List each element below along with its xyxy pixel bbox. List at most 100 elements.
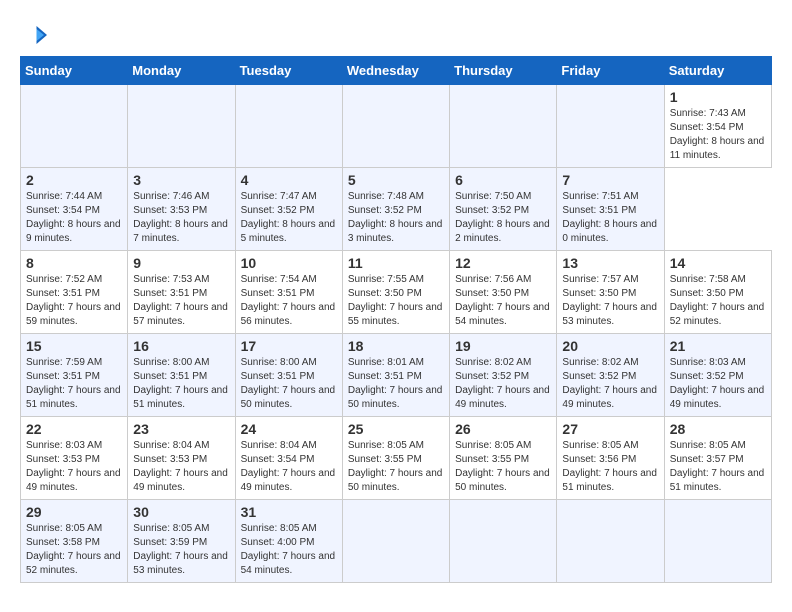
calendar-day-6: 6 Sunrise: 7:50 AMSunset: 3:52 PMDayligh… [450,168,557,251]
calendar-day-20: 20 Sunrise: 8:02 AMSunset: 3:52 PMDaylig… [557,334,664,417]
day-info: Sunrise: 8:05 AMSunset: 3:55 PMDaylight:… [455,440,550,493]
page-header [20,20,772,50]
header-friday: Friday [557,57,664,85]
calendar-day-27: 27 Sunrise: 8:05 AMSunset: 3:56 PMDaylig… [557,417,664,500]
header-sunday: Sunday [21,57,128,85]
day-info: Sunrise: 8:02 AMSunset: 3:52 PMDaylight:… [562,357,657,410]
empty-cell [664,500,771,583]
calendar-day-5: 5 Sunrise: 7:48 AMSunset: 3:52 PMDayligh… [342,168,449,251]
day-info: Sunrise: 8:05 AMSunset: 3:55 PMDaylight:… [348,440,443,493]
header-saturday: Saturday [664,57,771,85]
day-number: 4 [241,172,337,188]
day-info: Sunrise: 7:46 AMSunset: 3:53 PMDaylight:… [133,191,228,244]
logo [20,20,54,50]
calendar-day-10: 10 Sunrise: 7:54 AMSunset: 3:51 PMDaylig… [235,251,342,334]
calendar-day-29: 29 Sunrise: 8:05 AMSunset: 3:58 PMDaylig… [21,500,128,583]
day-info: Sunrise: 7:55 AMSunset: 3:50 PMDaylight:… [348,274,443,327]
calendar-day-23: 23 Sunrise: 8:04 AMSunset: 3:53 PMDaylig… [128,417,235,500]
day-info: Sunrise: 8:04 AMSunset: 3:53 PMDaylight:… [133,440,228,493]
day-number: 29 [26,504,122,520]
day-number: 5 [348,172,444,188]
day-info: Sunrise: 7:56 AMSunset: 3:50 PMDaylight:… [455,274,550,327]
day-number: 21 [670,338,766,354]
calendar-day-3: 3 Sunrise: 7:46 AMSunset: 3:53 PMDayligh… [128,168,235,251]
calendar-day-15: 15 Sunrise: 7:59 AMSunset: 3:51 PMDaylig… [21,334,128,417]
calendar-table: SundayMondayTuesdayWednesdayThursdayFrid… [20,56,772,583]
calendar-day-17: 17 Sunrise: 8:00 AMSunset: 3:51 PMDaylig… [235,334,342,417]
day-info: Sunrise: 8:05 AMSunset: 3:59 PMDaylight:… [133,523,228,576]
empty-cell [557,85,664,168]
day-number: 8 [26,255,122,271]
day-number: 15 [26,338,122,354]
calendar-day-24: 24 Sunrise: 8:04 AMSunset: 3:54 PMDaylig… [235,417,342,500]
day-number: 17 [241,338,337,354]
empty-cell [342,500,449,583]
calendar-day-16: 16 Sunrise: 8:00 AMSunset: 3:51 PMDaylig… [128,334,235,417]
day-number: 24 [241,421,337,437]
day-info: Sunrise: 8:05 AMSunset: 4:00 PMDaylight:… [241,523,336,576]
day-number: 20 [562,338,658,354]
calendar-day-1: 1 Sunrise: 7:43 AMSunset: 3:54 PMDayligh… [664,85,771,168]
logo-icon [20,20,50,50]
day-info: Sunrise: 7:43 AMSunset: 3:54 PMDaylight:… [670,108,765,161]
day-number: 19 [455,338,551,354]
header-thursday: Thursday [450,57,557,85]
day-info: Sunrise: 7:58 AMSunset: 3:50 PMDaylight:… [670,274,765,327]
day-info: Sunrise: 7:44 AMSunset: 3:54 PMDaylight:… [26,191,121,244]
day-info: Sunrise: 8:03 AMSunset: 3:52 PMDaylight:… [670,357,765,410]
calendar-day-28: 28 Sunrise: 8:05 AMSunset: 3:57 PMDaylig… [664,417,771,500]
empty-cell [557,500,664,583]
day-info: Sunrise: 7:52 AMSunset: 3:51 PMDaylight:… [26,274,121,327]
day-number: 26 [455,421,551,437]
day-number: 28 [670,421,766,437]
day-info: Sunrise: 7:53 AMSunset: 3:51 PMDaylight:… [133,274,228,327]
day-info: Sunrise: 8:02 AMSunset: 3:52 PMDaylight:… [455,357,550,410]
day-info: Sunrise: 7:48 AMSunset: 3:52 PMDaylight:… [348,191,443,244]
day-number: 16 [133,338,229,354]
day-info: Sunrise: 7:51 AMSunset: 3:51 PMDaylight:… [562,191,657,244]
calendar-row: 2 Sunrise: 7:44 AMSunset: 3:54 PMDayligh… [21,168,772,251]
calendar-day-7: 7 Sunrise: 7:51 AMSunset: 3:51 PMDayligh… [557,168,664,251]
calendar-day-8: 8 Sunrise: 7:52 AMSunset: 3:51 PMDayligh… [21,251,128,334]
day-number: 31 [241,504,337,520]
calendar-day-31: 31 Sunrise: 8:05 AMSunset: 4:00 PMDaylig… [235,500,342,583]
calendar-day-22: 22 Sunrise: 8:03 AMSunset: 3:53 PMDaylig… [21,417,128,500]
day-info: Sunrise: 8:00 AMSunset: 3:51 PMDaylight:… [241,357,336,410]
day-number: 1 [670,89,766,105]
day-number: 25 [348,421,444,437]
header-tuesday: Tuesday [235,57,342,85]
calendar-row: 15 Sunrise: 7:59 AMSunset: 3:51 PMDaylig… [21,334,772,417]
day-info: Sunrise: 8:03 AMSunset: 3:53 PMDaylight:… [26,440,121,493]
calendar-day-26: 26 Sunrise: 8:05 AMSunset: 3:55 PMDaylig… [450,417,557,500]
calendar-day-25: 25 Sunrise: 8:05 AMSunset: 3:55 PMDaylig… [342,417,449,500]
day-number: 6 [455,172,551,188]
day-info: Sunrise: 7:50 AMSunset: 3:52 PMDaylight:… [455,191,550,244]
day-number: 12 [455,255,551,271]
empty-cell [21,85,128,168]
day-number: 30 [133,504,229,520]
day-number: 22 [26,421,122,437]
day-number: 11 [348,255,444,271]
calendar-row: 8 Sunrise: 7:52 AMSunset: 3:51 PMDayligh… [21,251,772,334]
day-info: Sunrise: 8:00 AMSunset: 3:51 PMDaylight:… [133,357,228,410]
header-monday: Monday [128,57,235,85]
day-info: Sunrise: 8:05 AMSunset: 3:56 PMDaylight:… [562,440,657,493]
day-number: 2 [26,172,122,188]
day-number: 13 [562,255,658,271]
day-info: Sunrise: 7:59 AMSunset: 3:51 PMDaylight:… [26,357,121,410]
calendar-day-2: 2 Sunrise: 7:44 AMSunset: 3:54 PMDayligh… [21,168,128,251]
calendar-day-30: 30 Sunrise: 8:05 AMSunset: 3:59 PMDaylig… [128,500,235,583]
calendar-day-12: 12 Sunrise: 7:56 AMSunset: 3:50 PMDaylig… [450,251,557,334]
day-number: 14 [670,255,766,271]
day-info: Sunrise: 8:04 AMSunset: 3:54 PMDaylight:… [241,440,336,493]
calendar-day-19: 19 Sunrise: 8:02 AMSunset: 3:52 PMDaylig… [450,334,557,417]
day-info: Sunrise: 7:54 AMSunset: 3:51 PMDaylight:… [241,274,336,327]
day-info: Sunrise: 8:05 AMSunset: 3:57 PMDaylight:… [670,440,765,493]
day-number: 10 [241,255,337,271]
empty-cell [342,85,449,168]
calendar-day-21: 21 Sunrise: 8:03 AMSunset: 3:52 PMDaylig… [664,334,771,417]
day-number: 27 [562,421,658,437]
calendar-day-18: 18 Sunrise: 8:01 AMSunset: 3:51 PMDaylig… [342,334,449,417]
calendar-row: 1 Sunrise: 7:43 AMSunset: 3:54 PMDayligh… [21,85,772,168]
empty-cell [450,85,557,168]
